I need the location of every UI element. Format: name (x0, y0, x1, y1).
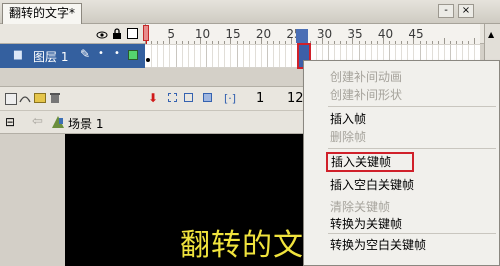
frame-divider (279, 45, 281, 67)
document-tab[interactable]: 翻转的文字* (2, 3, 83, 24)
trash-icon[interactable] (50, 92, 60, 104)
scene-label[interactable]: 场景 1 (68, 115, 103, 132)
frame-divider (187, 45, 189, 67)
pencil-icon: ✎ (80, 47, 91, 61)
visible-dot-icon[interactable]: • (98, 48, 104, 59)
modify-markers-icon[interactable]: [·] (224, 92, 236, 105)
frame-divider (254, 45, 256, 67)
context-menu-item[interactable]: 清除关键帧 (330, 198, 390, 216)
layer-name: 图层 1 (33, 50, 69, 64)
frame-divider (206, 45, 207, 67)
ruler-number: 20 (255, 27, 272, 41)
frame-divider (199, 45, 201, 67)
context-menu-item[interactable]: 删除帧 (330, 128, 366, 146)
playhead[interactable] (143, 25, 149, 41)
frame-divider (169, 45, 171, 67)
context-menu-item[interactable]: 插入空白关键帧 (330, 176, 414, 194)
context-menu-item[interactable]: 插入关键帧 (326, 152, 414, 172)
context-menu-item[interactable]: 转换为空白关键帧 (330, 236, 426, 254)
context-menu-item[interactable]: 插入帧 (330, 110, 366, 128)
frame-divider (267, 45, 268, 67)
frame-divider (151, 45, 153, 67)
layer-row[interactable]: ▆ 图层 1 ✎ • • (0, 44, 145, 68)
add-folder-icon[interactable] (34, 93, 46, 103)
frame-divider (273, 45, 275, 67)
frame-divider (260, 45, 262, 67)
context-menu-item[interactable]: 创建补间形状 (330, 86, 402, 104)
frame-divider (242, 45, 244, 67)
close-button[interactable]: × (458, 4, 474, 18)
frame-divider (224, 45, 226, 67)
frame-divider (175, 45, 177, 67)
frame-divider (218, 45, 220, 67)
back-arrow-icon[interactable]: ⇦ (32, 114, 43, 129)
menu-separator (328, 106, 496, 107)
lock-dot-icon[interactable]: • (114, 48, 120, 59)
frame-divider (157, 45, 159, 67)
ruler-number: 45 (408, 27, 424, 41)
lock-icon[interactable] (112, 28, 122, 40)
edit-multiple-icon[interactable] (203, 93, 212, 102)
frame-divider (285, 45, 287, 67)
ruler-number: 40 (377, 27, 394, 41)
add-layer-icon[interactable] (5, 93, 17, 105)
ruler-number: 30 (316, 27, 333, 41)
ruler-ticks: 5 10 15 20 25 30 35 40 45 (145, 24, 480, 44)
layer-icon: ▆ (14, 49, 22, 60)
menu-separator (328, 233, 496, 234)
frame-divider (163, 45, 165, 67)
scroll-up-icon[interactable]: ▲ (488, 30, 494, 39)
timeline-toggle-icon[interactable]: ⊟ (5, 115, 15, 129)
frame-divider (193, 45, 195, 67)
stage-text[interactable]: 翻转的文 (180, 220, 304, 264)
keyframe-1[interactable] (145, 51, 151, 63)
frame-divider (230, 45, 232, 67)
eye-icon[interactable] (96, 29, 108, 41)
frame-25-highlight (296, 29, 308, 43)
layer-color-swatch[interactable] (128, 50, 138, 60)
center-frame-icon[interactable]: ⬇ (148, 91, 158, 105)
current-frame-value: 1 (256, 91, 265, 106)
frame-divider (236, 45, 238, 67)
frame-divider (181, 45, 183, 67)
minimize-button[interactable]: - (438, 4, 454, 18)
ruler-number: 35 (347, 27, 363, 41)
ruler-number: 15 (225, 27, 241, 41)
frame-divider (212, 45, 214, 67)
menu-separator (328, 148, 496, 149)
frame-divider (291, 45, 293, 67)
context-menu-item[interactable]: 创建补间动画 (330, 68, 402, 86)
add-motion-guide-icon[interactable] (19, 92, 31, 104)
ruler-number: 10 (194, 27, 211, 41)
context-menu-item[interactable]: 转换为关键帧 (330, 215, 402, 233)
document-tab-bar: 翻转的文字* - × (0, 0, 500, 24)
scene-icon (52, 116, 64, 128)
outline-toggle-icon[interactable] (127, 28, 138, 39)
ruler-number: 5 (167, 27, 176, 41)
onion-skin-icon[interactable] (168, 93, 177, 102)
frame-divider (248, 45, 250, 67)
onion-outline-icon[interactable] (184, 93, 193, 102)
